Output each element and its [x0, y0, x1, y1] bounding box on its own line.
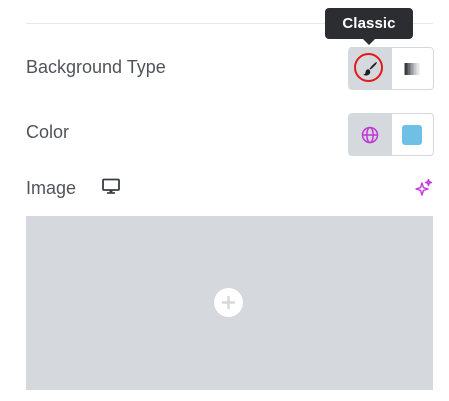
tooltip: Classic — [325, 8, 413, 39]
tooltip-arrow — [363, 39, 375, 45]
color-swatch — [402, 124, 423, 145]
gradient-icon — [404, 62, 420, 75]
background-type-gradient-button[interactable] — [390, 48, 434, 89]
color-control — [348, 113, 434, 156]
global-color-button[interactable] — [349, 114, 391, 155]
color-picker-button[interactable] — [390, 114, 434, 155]
globe-icon — [361, 126, 378, 143]
sparkle-icon[interactable] — [414, 178, 433, 197]
image-label: Image — [26, 178, 77, 198]
desktop-monitor-icon[interactable] — [102, 178, 120, 195]
background-type-classic-button[interactable] — [349, 48, 391, 89]
background-type-label: Background Type — [26, 57, 166, 77]
add-image-button[interactable] — [214, 288, 243, 317]
background-type-control — [348, 47, 434, 90]
plus-icon — [222, 296, 235, 309]
highlight-ring — [354, 53, 383, 82]
color-label: Color — [26, 122, 70, 142]
